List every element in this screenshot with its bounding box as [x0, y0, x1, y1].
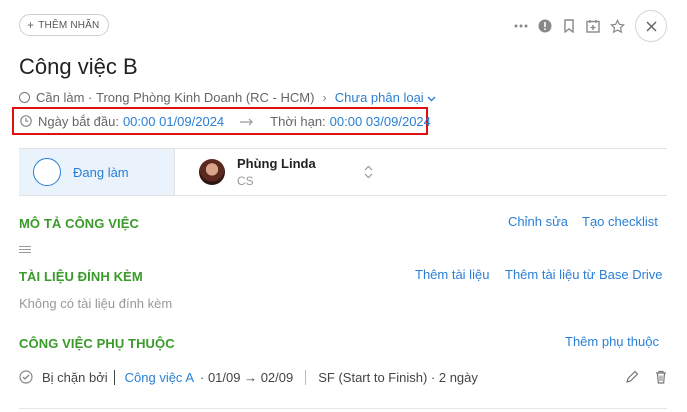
- edit-icon[interactable]: [625, 370, 639, 384]
- alert-icon[interactable]: [533, 11, 557, 41]
- description-title: MÔ TẢ CÔNG VIỆC: [19, 216, 139, 231]
- calendar-add-icon[interactable]: [581, 11, 605, 41]
- add-label-text: THÊM NHÃN: [38, 19, 100, 31]
- check-circle-icon[interactable]: [19, 370, 33, 384]
- clock-icon: [20, 115, 32, 127]
- assignee-name: Phùng Linda: [237, 156, 316, 171]
- assignee-role: CS: [237, 174, 254, 188]
- task-title[interactable]: Công việc B: [19, 54, 138, 80]
- task-location: Trong Phòng Kinh Doanh (RC - HCM): [95, 90, 315, 105]
- more-icon[interactable]: [509, 11, 533, 41]
- status-toggle[interactable]: Đang làm: [19, 149, 175, 195]
- start-label: Ngày bắt đầu:: [38, 113, 119, 129]
- deadline-label: Thời hạn:: [270, 113, 326, 129]
- add-attachment-link[interactable]: Thêm tài liệu: [415, 267, 489, 282]
- dependency-task-link[interactable]: Công việc A: [125, 370, 194, 385]
- assignee-selector[interactable]: Phùng Linda CS: [175, 149, 373, 195]
- close-icon: [645, 20, 657, 32]
- add-dependency-link[interactable]: Thêm phụ thuộc: [565, 334, 659, 349]
- chevron-down-icon: [427, 90, 436, 105]
- attachments-empty: Không có tài liệu đính kèm: [19, 296, 173, 311]
- arrow-right-icon: [240, 114, 254, 129]
- task-meta: Cần làm · Trong Phòng Kinh Doanh (RC - H…: [19, 90, 436, 105]
- dependencies-title: CÔNG VIỆC PHỤ THUỘC: [19, 336, 175, 351]
- toolbar: [509, 10, 667, 42]
- description-lines-icon[interactable]: [19, 246, 31, 255]
- deadline-value[interactable]: 00:00 03/09/2024: [330, 114, 431, 129]
- attachments-title: TÀI LIỆU ĐÍNH KÈM: [19, 269, 143, 284]
- dependency-type: SF (Start to Finish) · 2 ngày: [318, 369, 478, 385]
- plus-icon: +: [27, 18, 35, 32]
- chevron-right-icon: ›: [322, 90, 327, 105]
- add-from-drive-link[interactable]: Thêm tài liệu từ Base Drive: [505, 267, 663, 282]
- task-state: Cần làm: [36, 90, 85, 105]
- sort-icon[interactable]: [364, 165, 373, 179]
- dependency-relation: Bị chặn bởi: [42, 369, 108, 385]
- bookmark-icon[interactable]: [557, 11, 581, 41]
- status-label: Đang làm: [73, 164, 129, 180]
- status-row: Đang làm Phùng Linda CS: [19, 148, 667, 196]
- divider: [19, 408, 667, 409]
- create-checklist-link[interactable]: Tạo checklist: [582, 214, 658, 229]
- start-date-value[interactable]: 00:00 01/09/2024: [123, 114, 224, 129]
- status-circle-icon: [19, 92, 30, 103]
- edit-description-link[interactable]: Chỉnh sửa: [508, 214, 568, 229]
- status-ring-icon: [33, 158, 61, 186]
- category-dropdown[interactable]: Chưa phân loại: [335, 90, 424, 105]
- star-icon[interactable]: [605, 11, 629, 41]
- dependency-dates: · 01/09 → 02/09: [200, 369, 294, 385]
- trash-icon[interactable]: [655, 370, 667, 384]
- add-label-button[interactable]: + THÊM NHÃN: [19, 14, 110, 36]
- dependency-item: Bị chặn bởi Công việc A · 01/09 → 02/09 …: [19, 366, 667, 388]
- close-button[interactable]: [635, 10, 667, 42]
- date-range: Ngày bắt đầu: 00:00 01/09/2024 Thời hạn:…: [12, 107, 431, 135]
- avatar: [199, 159, 225, 185]
